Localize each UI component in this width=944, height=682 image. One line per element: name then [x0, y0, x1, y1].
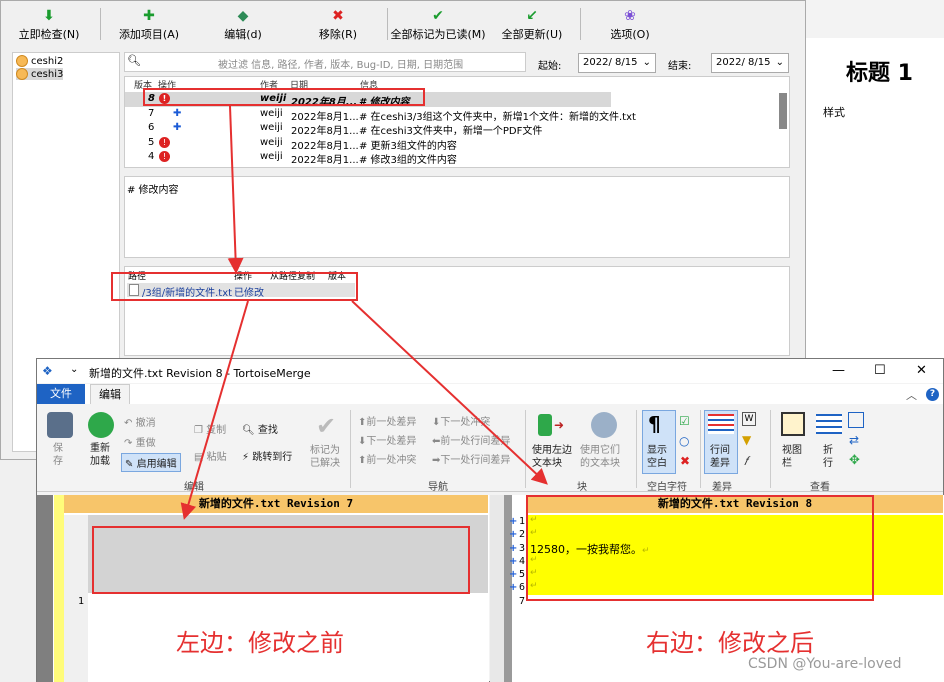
annotation-arrows [180, 105, 548, 520]
arrow [180, 300, 249, 520]
watermark: CSDN @You-are-loved [748, 656, 902, 672]
annotation-right: 右边：修改之后 [646, 629, 814, 657]
arrow [351, 300, 548, 485]
annotation-left: 左边：修改之前 [176, 629, 344, 657]
arrow [227, 105, 244, 274]
